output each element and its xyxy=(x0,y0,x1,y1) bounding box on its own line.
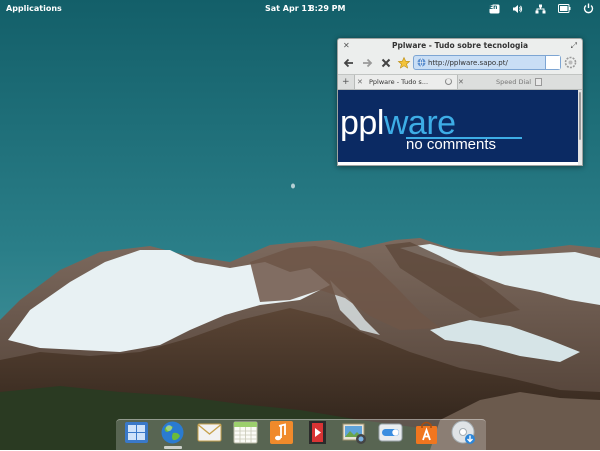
url-input[interactable] xyxy=(428,57,538,68)
new-tab-button[interactable]: + xyxy=(342,75,350,89)
dock-app-center[interactable] xyxy=(414,420,439,445)
url-bar[interactable] xyxy=(413,55,561,70)
tagline: no comments xyxy=(406,136,497,153)
gear-icon[interactable] xyxy=(564,56,577,69)
back-arrow-icon xyxy=(343,58,353,68)
multitasking-icon xyxy=(125,422,148,443)
window-maximize-button[interactable]: ⤢ xyxy=(571,39,577,53)
keyboard-layout-label: En xyxy=(489,4,498,11)
dock-system-settings[interactable] xyxy=(378,420,403,445)
dock-multitasking-view[interactable] xyxy=(124,420,149,445)
tab-close-icon[interactable]: ✕ xyxy=(458,75,464,89)
window-title: Pplware - Tudo sobre tecnologia xyxy=(391,41,529,50)
dock-mail[interactable] xyxy=(197,420,222,445)
battery-icon[interactable] xyxy=(558,3,571,14)
back-button[interactable] xyxy=(342,56,356,70)
envelope-icon xyxy=(197,423,222,442)
url-search-field[interactable] xyxy=(545,56,560,69)
keyboard-layout-icon[interactable]: En xyxy=(488,3,500,14)
window-titlebar[interactable]: Pplware - Tudo sobre tecnologia xyxy=(338,39,582,53)
running-indicator xyxy=(164,446,182,449)
page-icon xyxy=(535,78,542,86)
applications-menu[interactable]: Applications xyxy=(6,4,62,13)
music-note-icon xyxy=(270,421,293,444)
forward-button[interactable] xyxy=(360,56,374,70)
stop-button[interactable] xyxy=(379,56,393,70)
vertical-scrollbar[interactable] xyxy=(578,90,582,160)
scrollbar-thumb[interactable] xyxy=(579,92,581,140)
browser-window: Pplware - Tudo sobre tecnologia ✕ ⤢ + ✕ … xyxy=(337,38,583,166)
window-close-button[interactable]: ✕ xyxy=(343,39,350,53)
tab-pplware[interactable]: ✕ Pplware - Tudo s... xyxy=(354,75,458,89)
power-icon[interactable] xyxy=(582,3,594,14)
globe-icon xyxy=(417,58,426,67)
camera-photos-icon xyxy=(342,423,366,444)
film-icon xyxy=(309,421,326,444)
disc-install-icon xyxy=(451,420,475,444)
dock-music[interactable] xyxy=(269,420,294,445)
logo-text-ppl: ppl xyxy=(340,104,384,142)
tab-label: Pplware - Tudo s... xyxy=(369,78,429,86)
loading-spinner-icon xyxy=(445,78,452,85)
dock-videos[interactable] xyxy=(305,420,330,445)
tab-label: Speed Dial xyxy=(496,78,532,86)
panel-date[interactable]: Sat Apr 11 xyxy=(265,4,313,13)
dock-photos[interactable] xyxy=(342,420,367,445)
page-content[interactable]: pplware no comments xyxy=(338,90,578,165)
tab-bar: + ✕ Pplware - Tudo s... ✕ Speed Dial xyxy=(338,74,582,90)
dock-calendar[interactable] xyxy=(233,420,258,445)
network-icon[interactable] xyxy=(534,3,546,14)
globe-browser-icon xyxy=(161,421,184,444)
browser-toolbar xyxy=(338,53,582,73)
toggle-settings-icon xyxy=(378,423,403,442)
volume-icon[interactable] xyxy=(511,3,523,14)
app-center-bag-icon xyxy=(416,421,437,444)
calendar-icon xyxy=(233,421,258,444)
star-icon xyxy=(397,56,411,69)
panel-time[interactable]: 8:29 PM xyxy=(309,4,346,13)
forward-arrow-icon xyxy=(363,58,373,68)
tab-close-icon[interactable]: ✕ xyxy=(357,75,363,89)
stop-x-icon xyxy=(381,58,391,68)
dock-midori-browser[interactable] xyxy=(160,420,185,445)
pplware-banner[interactable]: pplware no comments xyxy=(338,90,578,162)
dock-disk-installer[interactable] xyxy=(451,420,476,445)
tab-speed-dial[interactable]: ✕ Speed Dial xyxy=(456,75,546,89)
bookmark-button[interactable] xyxy=(397,56,411,70)
top-panel: Applications Sat Apr 11 8:29 PM En xyxy=(0,0,600,17)
